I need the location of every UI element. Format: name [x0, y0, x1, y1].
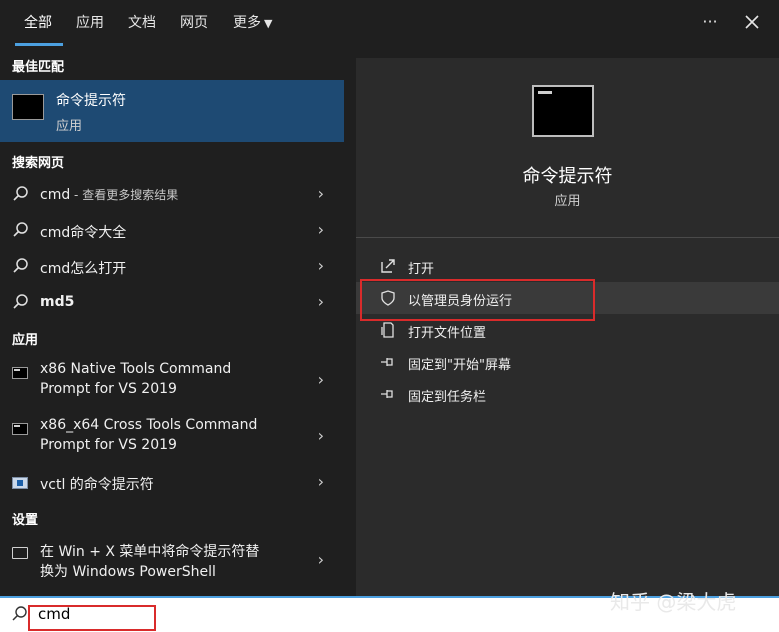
chevron-right-icon: › [317, 550, 324, 569]
app-result-item[interactable]: vctl 的命令提示符 › [0, 470, 344, 496]
chevron-right-icon: › [317, 256, 324, 275]
command-prompt-icon [532, 85, 594, 137]
best-match-title: 命令提示符 [56, 93, 126, 109]
best-match-item[interactable]: 命令提示符 应用 [0, 80, 344, 142]
action-label: 固定到"开始"屏幕 [408, 358, 511, 373]
search-icon [13, 186, 28, 201]
watermark: 知乎 @梁大虎 [610, 590, 737, 614]
app-result-item[interactable]: x86 Native Tools Command Prompt for VS 2… [0, 358, 344, 406]
highlight-box-search [28, 605, 156, 631]
action-open[interactable]: 打开 [356, 250, 779, 282]
section-header-best-match: 最佳匹配 [12, 60, 65, 75]
close-icon[interactable] [738, 8, 766, 36]
search-icon [12, 606, 27, 621]
web-result-item[interactable]: cmd - 查看更多搜索结果 › [0, 182, 344, 208]
action-label: 打开 [408, 262, 435, 277]
setting-name-line2: 换为 Windows PowerShell [40, 564, 216, 580]
web-result-query: md5 [40, 294, 75, 310]
tab-documents[interactable]: 文档 [128, 12, 156, 32]
app-name-line2: Prompt for VS 2019 [40, 437, 177, 453]
chevron-down-icon: ▼ [264, 17, 273, 30]
web-result-query: cmd [40, 187, 71, 203]
preview-title: 命令提示符 [522, 166, 613, 187]
tab-apps[interactable]: 应用 [76, 12, 104, 32]
file-location-icon [381, 322, 394, 338]
preview-panel: 命令提示符 应用 打开 以管理员身份运行 打开文件位置 固定到"开始"屏幕 固定… [356, 58, 779, 596]
pin-icon [381, 390, 393, 398]
results-panel: 最佳匹配 命令提示符 应用 搜索网页 cmd - 查看更多搜索结果 › cmd命… [0, 46, 344, 596]
tab-more[interactable]: 更多 ▼ [233, 12, 272, 32]
action-label: 固定到任务栏 [408, 390, 487, 405]
preview-subtitle: 应用 [554, 194, 581, 209]
action-label: 打开文件位置 [408, 326, 487, 341]
chevron-right-icon: › [317, 184, 324, 203]
web-result-item[interactable]: cmd怎么打开 › [0, 254, 344, 280]
chevron-right-icon: › [317, 472, 324, 491]
settings-window-icon [12, 547, 28, 559]
tab-web[interactable]: 网页 [180, 12, 208, 32]
console-app-icon [12, 367, 28, 379]
search-icon [13, 258, 28, 273]
app-name-line1: x86 Native Tools Command [40, 361, 232, 377]
open-icon [381, 259, 395, 273]
chevron-right-icon: › [317, 220, 324, 239]
tab-more-label: 更多 [233, 15, 261, 31]
web-result-item[interactable]: md5 › [0, 290, 344, 316]
web-result-hint: - 查看更多搜索结果 [70, 188, 179, 202]
chevron-right-icon: › [317, 292, 324, 311]
highlight-box-run-as-admin [360, 279, 595, 321]
setting-result-item[interactable]: 在 Win + X 菜单中将命令提示符替 换为 Windows PowerShe… [0, 538, 344, 586]
section-header-apps: 应用 [12, 333, 39, 348]
action-pin-to-taskbar[interactable]: 固定到任务栏 [356, 378, 779, 410]
web-result-item[interactable]: cmd命令大全 › [0, 218, 344, 244]
search-icon [13, 294, 28, 309]
action-pin-to-start[interactable]: 固定到"开始"屏幕 [356, 346, 779, 378]
app-name-line2: Prompt for VS 2019 [40, 381, 177, 397]
ellipsis-icon[interactable]: ··· [696, 8, 724, 36]
app-name-line1: x86_x64 Cross Tools Command [40, 417, 258, 433]
app-name-line1: vctl 的命令提示符 [40, 477, 154, 493]
pin-icon [381, 358, 393, 366]
section-header-settings: 设置 [12, 513, 39, 528]
top-tab-bar: 全部 应用 文档 网页 更多 ▼ ··· [0, 0, 779, 46]
best-match-subtitle: 应用 [56, 119, 83, 134]
app-result-item[interactable]: x86_x64 Cross Tools Command Prompt for V… [0, 414, 344, 462]
divider [356, 237, 779, 238]
section-header-web: 搜索网页 [12, 156, 65, 171]
command-prompt-icon [12, 94, 44, 120]
web-result-query: cmd命令大全 [40, 225, 127, 241]
vctl-app-icon [12, 477, 28, 489]
web-result-query: cmd怎么打开 [40, 261, 127, 277]
setting-name-line1: 在 Win + X 菜单中将命令提示符替 [40, 544, 260, 560]
console-app-icon [12, 423, 28, 435]
chevron-right-icon: › [317, 426, 324, 445]
search-icon [13, 222, 28, 237]
chevron-right-icon: › [317, 370, 324, 389]
tab-all[interactable]: 全部 [24, 12, 52, 32]
